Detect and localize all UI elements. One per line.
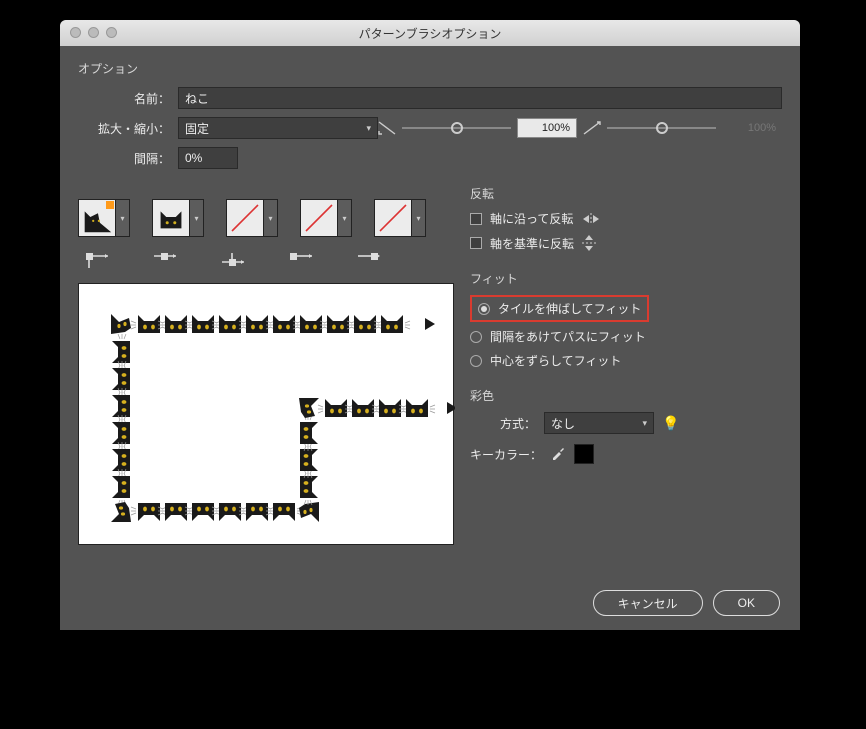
start-placement-icon	[288, 251, 314, 269]
titlebar: パターンブラシオプション	[60, 20, 800, 46]
fit-space-label: 間隔をあけてパスにフィット	[490, 328, 646, 345]
none-icon	[230, 203, 260, 233]
flip-along-label: 軸に沿って反転	[490, 210, 573, 227]
flip-across-icon	[582, 234, 596, 252]
chevron-down-icon: ▾	[642, 418, 647, 429]
window-controls	[70, 27, 117, 38]
left-column: ▾ ▾ ▾	[78, 185, 454, 545]
scale-mode-select[interactable]: 固定 ▾	[178, 117, 378, 139]
tips-icon[interactable]: 💡	[662, 415, 679, 432]
cancel-button[interactable]: キャンセル	[593, 590, 703, 616]
main-row: ▾ ▾ ▾	[78, 185, 782, 545]
scale-min-icon	[378, 121, 396, 135]
tile-dropdown[interactable]: ▾	[338, 199, 352, 237]
side-placement-icon	[152, 251, 178, 269]
colorization-header: 彩色	[470, 387, 782, 404]
none-icon	[378, 203, 408, 233]
start-tile[interactable]: ▾	[300, 199, 352, 237]
scale-row: 拡大・縮小： 固定 ▾ 100% 100%	[78, 117, 782, 139]
spacing-label: 間隔：	[78, 150, 178, 167]
tile-dropdown[interactable]: ▾	[264, 199, 278, 237]
fit-stretch-radio[interactable]: タイルを伸ばしてフィット	[478, 300, 641, 317]
spacing-row: 間隔：	[78, 147, 782, 169]
active-indicator	[106, 201, 114, 209]
flip-group: 反転 軸に沿って反転 軸を基準に反転	[470, 185, 782, 252]
flip-along-checkbox[interactable]: 軸に沿って反転	[470, 210, 782, 227]
name-row: 名前：	[78, 87, 782, 109]
side-tile[interactable]: ▾	[152, 199, 204, 237]
fit-group: フィット タイルを伸ばしてフィット 間隔をあけてパスにフィット 中心をずらしてフ	[470, 270, 782, 369]
key-color-label: キーカラー：	[470, 446, 542, 463]
flip-across-checkbox[interactable]: 軸を基準に反転	[470, 234, 782, 252]
scale-max-icon	[583, 121, 601, 135]
scale-mode-value: 固定	[185, 120, 209, 137]
chevron-down-icon: ▾	[366, 123, 371, 134]
radio-on-icon	[478, 303, 490, 315]
fit-approx-radio[interactable]: 中心をずらしてフィット	[470, 352, 782, 369]
name-input[interactable]	[178, 87, 782, 109]
inner-corner-tile[interactable]: ▾	[226, 199, 278, 237]
end-placement-icon	[356, 251, 382, 269]
preview-svg	[79, 284, 455, 546]
fit-space-radio[interactable]: 間隔をあけてパスにフィット	[470, 328, 782, 345]
method-label: 方式：	[500, 415, 536, 432]
none-icon	[304, 203, 334, 233]
checkbox-icon	[470, 213, 482, 225]
name-label: 名前：	[78, 90, 178, 107]
flip-along-icon	[581, 213, 601, 225]
scale-value-2: 100%	[722, 118, 782, 138]
fit-stretch-highlight: タイルを伸ばしてフィット	[470, 295, 649, 322]
options-header: オプション	[78, 60, 782, 77]
dialog-title: パターンブラシオプション	[359, 25, 502, 42]
checkbox-icon	[470, 237, 482, 249]
radio-off-icon	[470, 331, 482, 343]
tile-dropdown[interactable]: ▾	[190, 199, 204, 237]
outer-corner-placement-icon	[84, 251, 110, 269]
minimize-window-button[interactable]	[88, 27, 99, 38]
flip-header: 反転	[470, 185, 782, 202]
scale-slider-1[interactable]	[402, 121, 511, 135]
scale-slider-2[interactable]	[607, 121, 716, 135]
zoom-window-button[interactable]	[106, 27, 117, 38]
radio-off-icon	[470, 355, 482, 367]
method-value: なし	[551, 415, 575, 432]
colorization-group: 彩色 方式： なし ▾ 💡 キーカラー：	[470, 387, 782, 464]
method-select[interactable]: なし ▾	[544, 412, 654, 434]
scale-value-1[interactable]: 100%	[517, 118, 577, 138]
fit-stretch-label: タイルを伸ばしてフィット	[498, 300, 641, 317]
outer-corner-tile[interactable]: ▾	[78, 199, 130, 237]
pattern-brush-options-dialog: パターンブラシオプション オプション 名前： 拡大・縮小： 固定 ▾ 100%	[60, 20, 800, 630]
method-row: 方式： なし ▾ 💡	[500, 412, 782, 434]
scale-label: 拡大・縮小：	[78, 120, 178, 137]
ok-button[interactable]: OK	[713, 590, 780, 616]
tile-row: ▾ ▾ ▾	[78, 199, 454, 237]
close-window-button[interactable]	[70, 27, 81, 38]
eyedropper-icon[interactable]	[550, 445, 566, 464]
flip-across-label: 軸を基準に反転	[490, 235, 574, 252]
cat-head-icon	[153, 200, 189, 236]
dialog-content: オプション 名前： 拡大・縮小： 固定 ▾ 100% 100%	[60, 46, 800, 559]
key-color-row: キーカラー：	[470, 444, 782, 464]
fit-header: フィット	[470, 270, 782, 287]
key-color-swatch[interactable]	[574, 444, 594, 464]
fit-approx-label: 中心をずらしてフィット	[490, 352, 621, 369]
placement-icons	[84, 251, 454, 269]
spacing-input[interactable]	[178, 147, 238, 169]
dialog-footer: キャンセル OK	[593, 590, 780, 616]
scale-slider-group: 100% 100%	[378, 118, 782, 138]
end-tile[interactable]: ▾	[374, 199, 426, 237]
inner-corner-placement-icon	[220, 251, 246, 269]
brush-preview	[78, 283, 454, 545]
tile-dropdown[interactable]: ▾	[116, 199, 130, 237]
right-column: 反転 軸に沿って反転 軸を基準に反転 フィット	[470, 185, 782, 545]
tile-dropdown[interactable]: ▾	[412, 199, 426, 237]
